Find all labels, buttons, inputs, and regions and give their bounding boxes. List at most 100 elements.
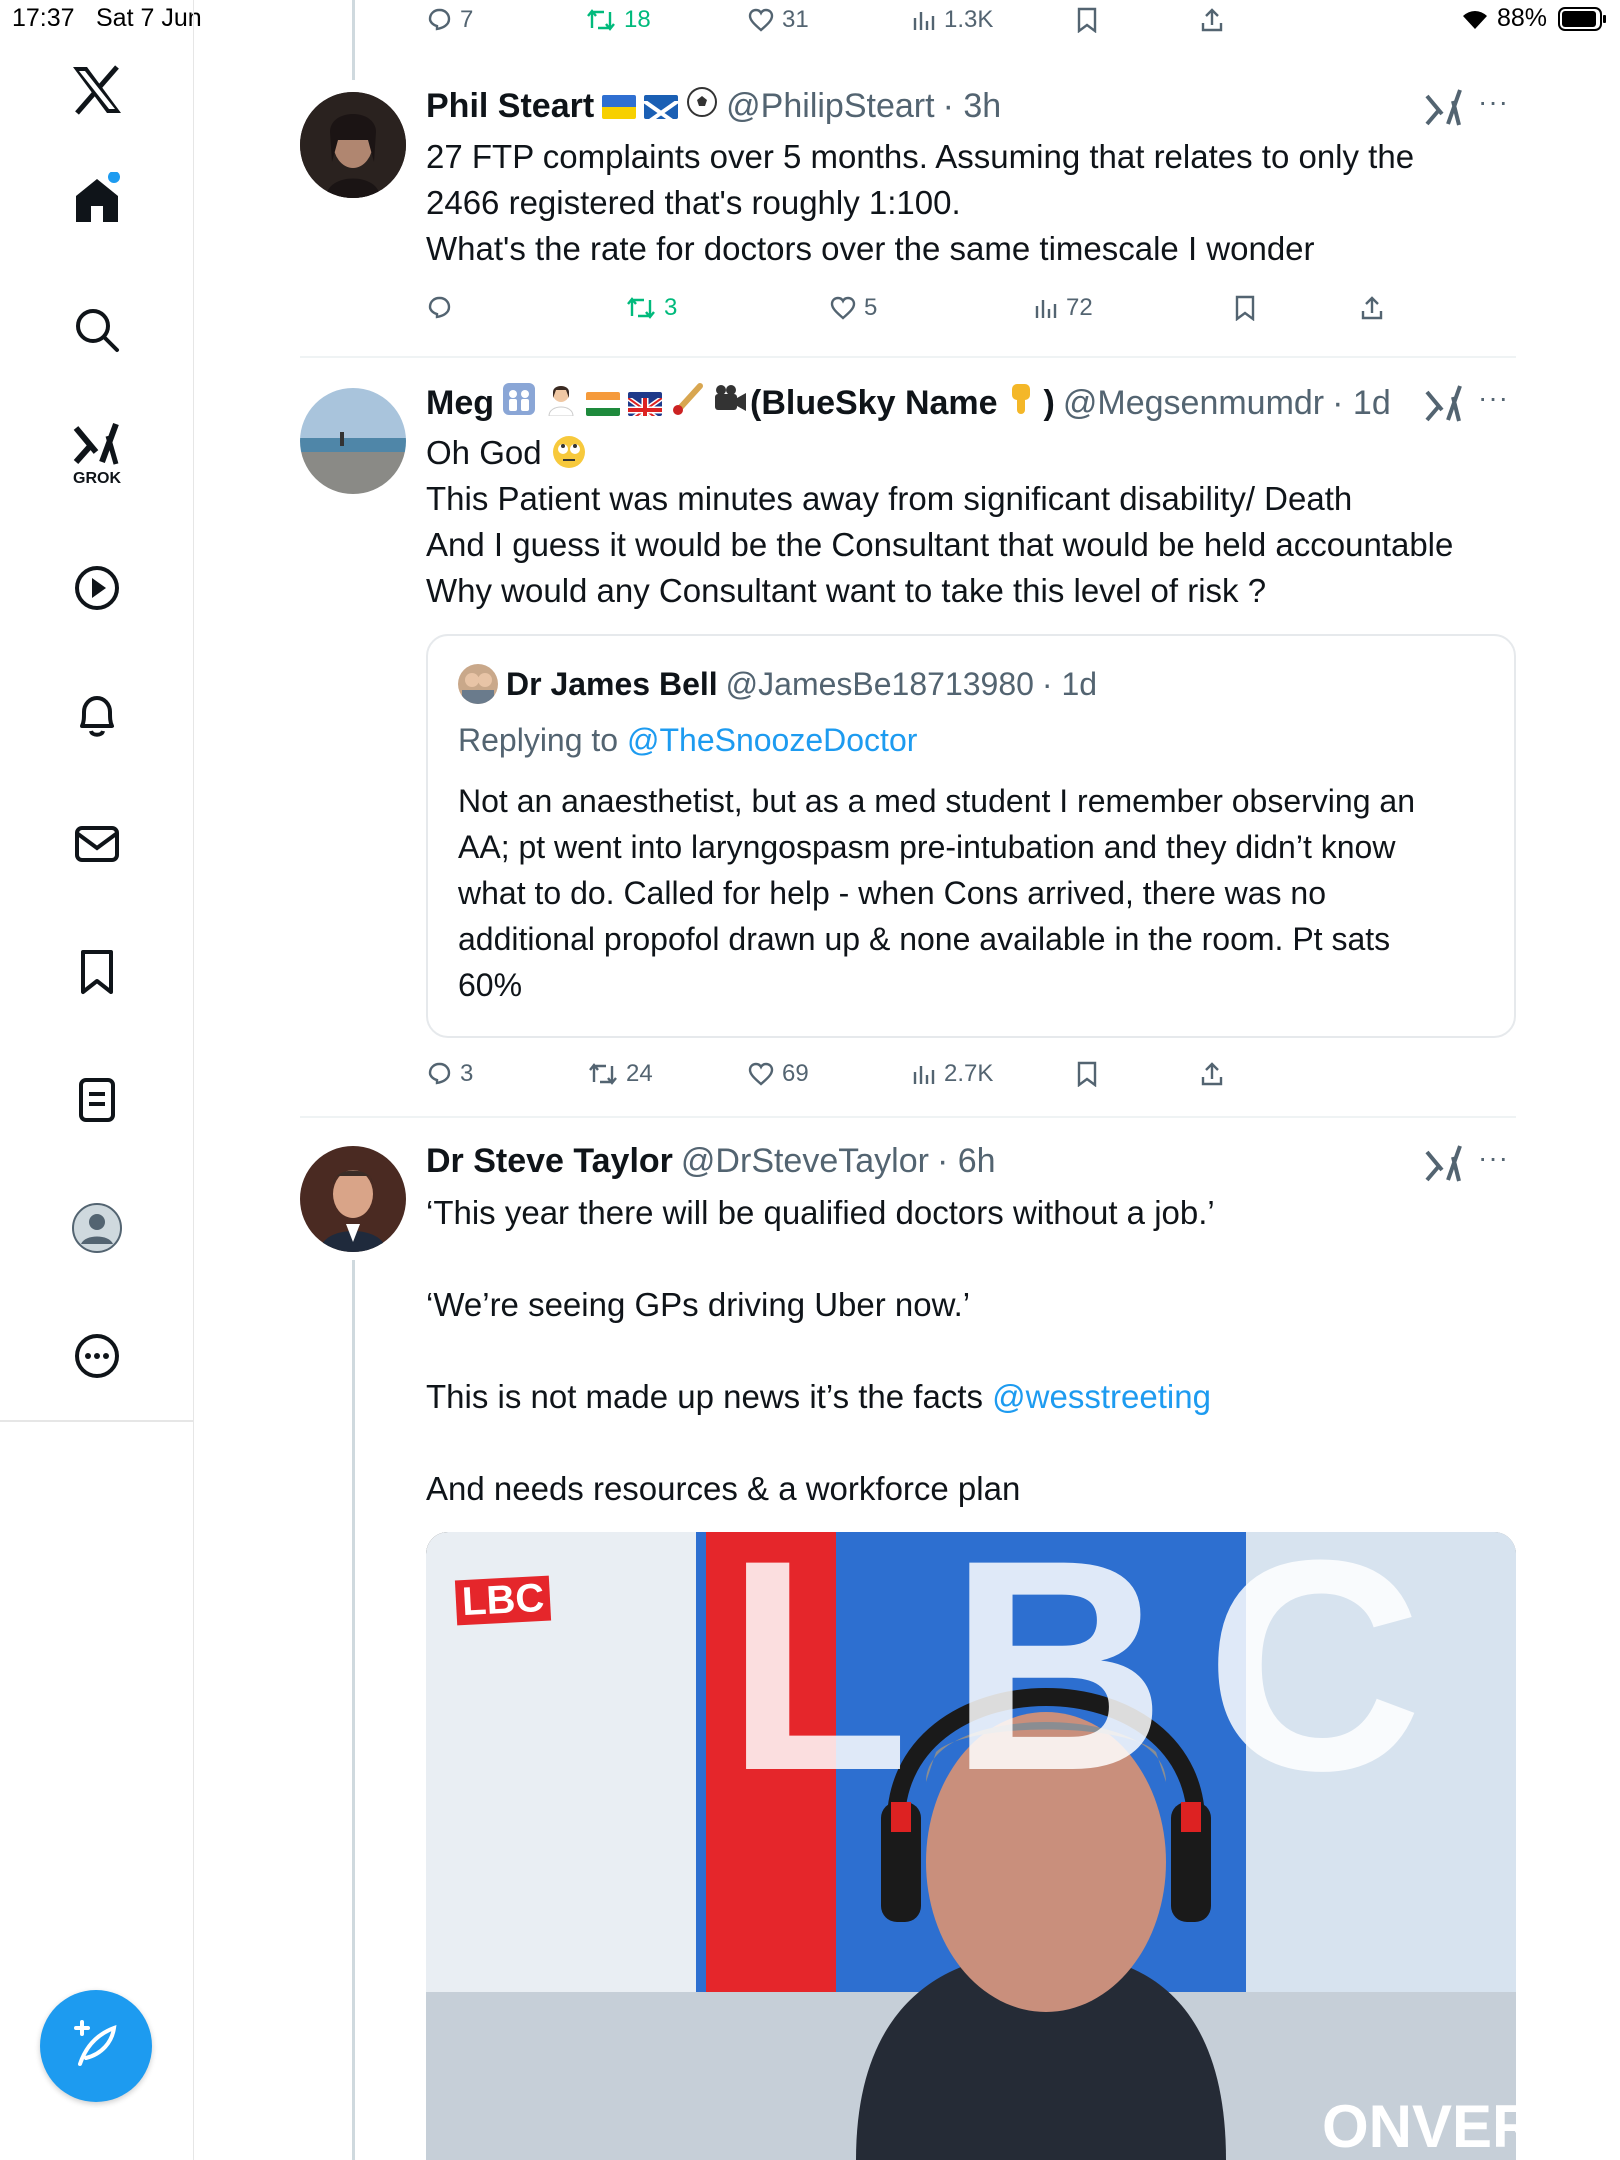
sidebar-item-messages[interactable] bbox=[47, 794, 147, 894]
reply-button[interactable]: 3 bbox=[426, 1054, 473, 1094]
grok-label: GROK bbox=[73, 470, 121, 487]
repost-button[interactable]: 24 bbox=[588, 1054, 653, 1094]
avatar[interactable] bbox=[300, 1146, 406, 1252]
handle[interactable]: @PhilipSteart bbox=[726, 87, 934, 126]
quote-line: additional propofol drawn up & none avai… bbox=[458, 921, 1391, 957]
reply-button[interactable] bbox=[426, 288, 460, 328]
family-emoji-icon bbox=[502, 382, 536, 425]
views-button[interactable]: 1.3K bbox=[912, 0, 993, 40]
bookmark-button[interactable] bbox=[1076, 0, 1098, 40]
views-count: 1.3K bbox=[944, 6, 994, 33]
grok-icon[interactable] bbox=[1424, 1144, 1464, 1184]
display-name-suffix[interactable]: (BlueSky Name bbox=[750, 384, 998, 423]
reply-count: 7 bbox=[460, 6, 474, 33]
avatar[interactable] bbox=[300, 388, 406, 494]
handle: @JamesBe18713980 bbox=[725, 666, 1034, 702]
handle[interactable]: @DrSteveTaylor bbox=[681, 1142, 929, 1181]
display-name[interactable]: Phil Steart bbox=[426, 87, 594, 126]
tweet-line: What's the rate for doctors over the sam… bbox=[426, 230, 1315, 267]
repost-count: 24 bbox=[626, 1060, 653, 1087]
like-count: 69 bbox=[782, 1060, 809, 1087]
india-flag-icon bbox=[586, 391, 620, 416]
thread-line bbox=[352, 1260, 355, 2160]
tweet-line: ‘This year there will be qualified docto… bbox=[426, 1194, 1215, 1231]
timestamp[interactable]: · 6h bbox=[937, 1142, 996, 1181]
sidebar-item-grok[interactable]: GROK bbox=[47, 405, 147, 505]
quoted-tweet[interactable]: Dr James Bell @JamesBe18713980 · 1d Repl… bbox=[426, 634, 1516, 1038]
share-icon bbox=[1361, 296, 1383, 320]
football-icon bbox=[686, 86, 718, 127]
like-button[interactable]: 5 bbox=[830, 288, 877, 328]
grok-icon[interactable] bbox=[1424, 384, 1464, 424]
like-button[interactable]: 31 bbox=[748, 0, 809, 40]
more-options-icon[interactable]: ··· bbox=[1478, 1142, 1509, 1174]
sidebar-item-notifications[interactable] bbox=[47, 666, 147, 766]
more-options-icon[interactable]: ··· bbox=[1478, 86, 1509, 118]
like-button[interactable]: 69 bbox=[748, 1054, 809, 1094]
display-name[interactable]: Dr Steve Taylor bbox=[426, 1142, 673, 1181]
quote-line: what to do. Called for help - when Cons … bbox=[458, 875, 1327, 911]
compose-button[interactable] bbox=[40, 1990, 152, 2102]
reply-icon bbox=[428, 1062, 451, 1085]
views-count: 72 bbox=[1066, 294, 1093, 321]
reply-button[interactable]: 7 bbox=[426, 0, 473, 40]
mention-link[interactable]: @wesstreeting bbox=[992, 1378, 1211, 1415]
share-button[interactable] bbox=[1360, 288, 1384, 328]
timestamp: · 1d bbox=[1041, 666, 1098, 702]
repost-count: 3 bbox=[664, 294, 678, 321]
analytics-icon bbox=[913, 12, 935, 30]
sidebar-item-more[interactable] bbox=[47, 1306, 147, 1406]
x-logo-icon bbox=[73, 65, 121, 115]
timestamp[interactable]: · 1d bbox=[1332, 384, 1391, 423]
bookmark-button[interactable] bbox=[1076, 1054, 1098, 1094]
mention-link[interactable]: @TheSnoozeDoctor bbox=[627, 722, 917, 758]
timestamp[interactable]: · 3h bbox=[943, 87, 1002, 126]
sidebar-item-lists[interactable] bbox=[47, 1050, 147, 1150]
repost-icon bbox=[587, 9, 615, 31]
display-name-close: ) bbox=[1043, 384, 1055, 422]
heart-icon bbox=[748, 1062, 774, 1086]
more-circle-icon bbox=[75, 1334, 119, 1378]
thread-line bbox=[352, 0, 355, 80]
share-button[interactable] bbox=[1200, 1054, 1224, 1094]
repost-icon bbox=[627, 297, 655, 319]
handle[interactable]: @Megsenmumdr bbox=[1063, 384, 1324, 423]
tweet-action-bar: 3 24 69 2.7K bbox=[426, 1054, 1426, 1094]
bookmark-icon bbox=[1235, 295, 1255, 321]
heart-icon bbox=[830, 296, 856, 320]
views-button[interactable]: 72 bbox=[1034, 288, 1093, 328]
more-options-icon[interactable]: ··· bbox=[1478, 382, 1509, 414]
views-count: 2.7K bbox=[944, 1060, 994, 1087]
sidebar-item-search[interactable] bbox=[47, 280, 147, 380]
views-button[interactable]: 2.7K bbox=[912, 1054, 993, 1094]
battery-percent: 88% bbox=[1497, 4, 1548, 32]
share-button[interactable] bbox=[1200, 0, 1224, 40]
quote-line: Not an anaesthetist, but as a med studen… bbox=[458, 783, 1415, 819]
repost-button[interactable]: 18 bbox=[586, 0, 651, 40]
display-name[interactable]: Meg bbox=[426, 384, 494, 423]
eye-roll-emoji-icon bbox=[551, 434, 587, 471]
analytics-icon bbox=[913, 1066, 935, 1084]
play-icon bbox=[75, 566, 119, 610]
sidebar-item-bookmarks[interactable] bbox=[47, 922, 147, 1022]
tweet-line: This is not made up news it’s the facts bbox=[426, 1378, 983, 1415]
sidebar-item-video[interactable] bbox=[47, 538, 147, 638]
uk-flag-icon bbox=[628, 391, 662, 416]
x-logo-button[interactable] bbox=[47, 40, 147, 140]
sidebar-item-profile[interactable] bbox=[47, 1178, 147, 1278]
camera-emoji-icon bbox=[712, 382, 748, 425]
bookmark-button[interactable] bbox=[1234, 288, 1256, 328]
repost-button[interactable]: 3 bbox=[626, 288, 677, 328]
video-thumbnail[interactable]: LBC LBC ONVERS bbox=[426, 1532, 1516, 2160]
repost-icon bbox=[589, 1063, 617, 1085]
wifi-icon bbox=[1460, 8, 1490, 35]
bell-icon bbox=[80, 696, 114, 737]
tweet-text: Oh God This Patient was minutes away fro… bbox=[426, 430, 1453, 614]
heart-icon bbox=[748, 8, 774, 32]
sidebar-item-home[interactable] bbox=[47, 150, 147, 250]
avatar[interactable] bbox=[300, 92, 406, 198]
tweet-line: Oh God bbox=[426, 434, 542, 471]
like-count: 31 bbox=[782, 6, 809, 33]
grok-icon[interactable] bbox=[1424, 88, 1464, 128]
battery-icon bbox=[1558, 7, 1608, 36]
